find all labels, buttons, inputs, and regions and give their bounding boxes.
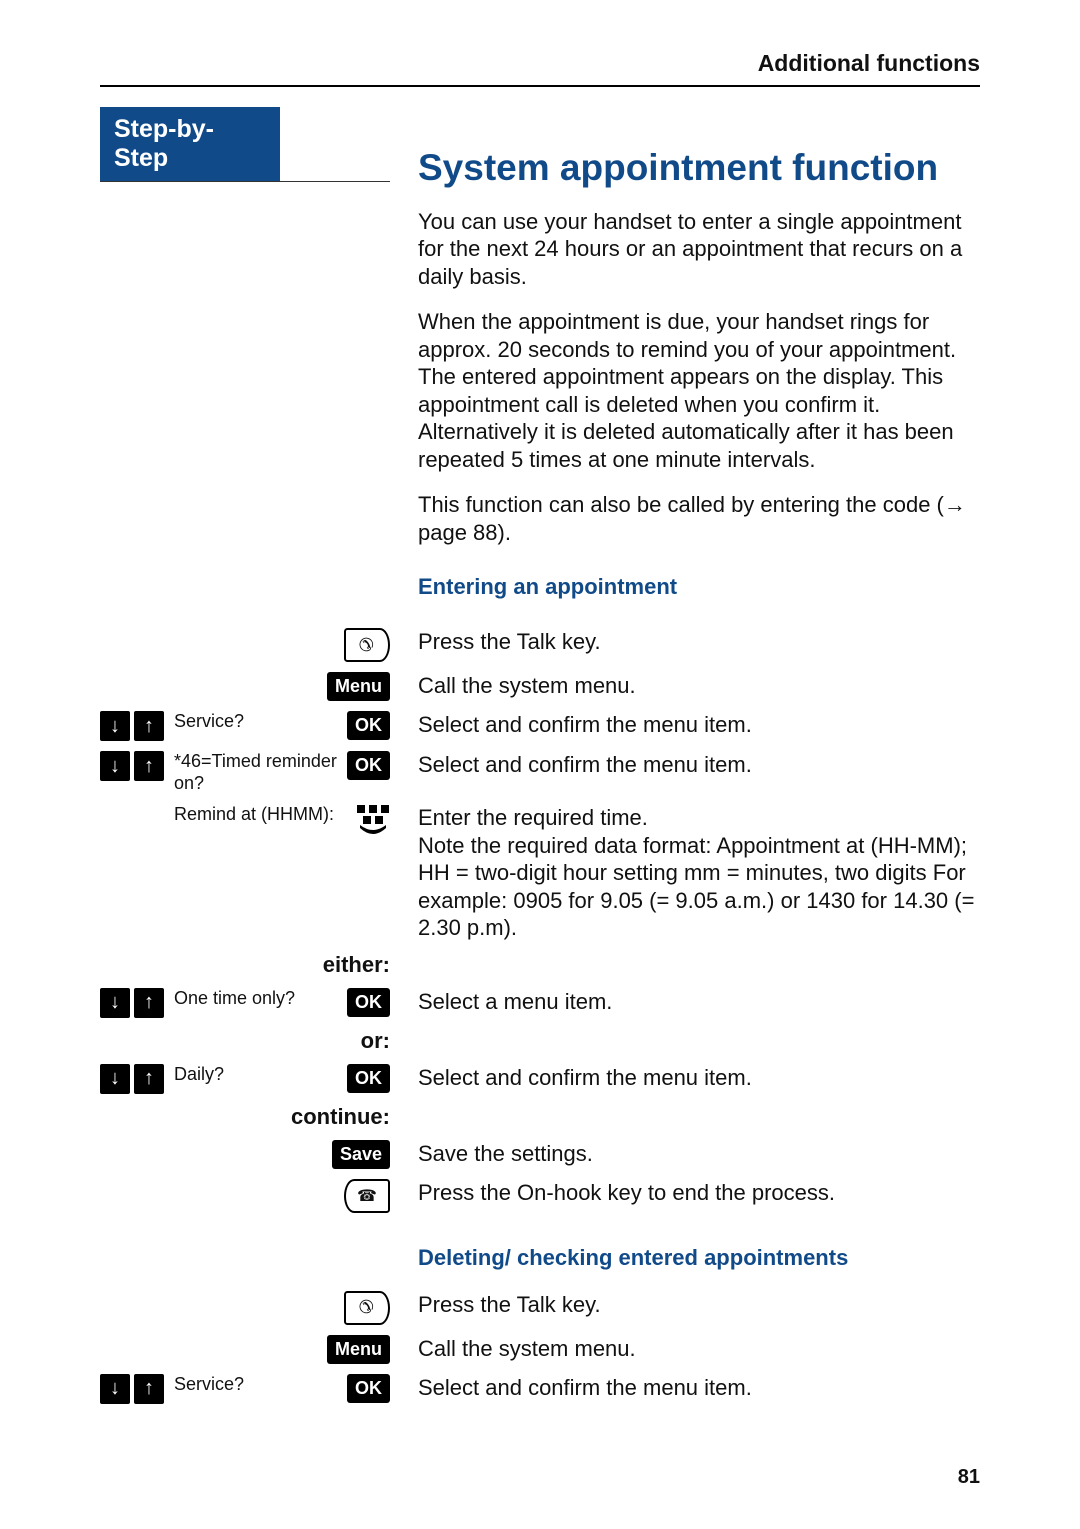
p3-text-a: This function can also be called by ente… [418, 492, 944, 517]
save-softkey-icon: Save [332, 1140, 390, 1169]
down-arrow-key-icon: ↓ [100, 751, 130, 781]
step-control: or: [100, 1028, 390, 1054]
step-row: ☎ Press the On-hook key to end the proce… [100, 1179, 980, 1213]
step-row: ↓ ↑ Service? OK Select and confirm the m… [100, 1374, 980, 1404]
step-desc: Select and confirm the menu item. [418, 1374, 980, 1402]
talk-key-icon: ✆ [344, 628, 390, 662]
page-number: 81 [958, 1466, 980, 1489]
step-desc: Select and confirm the menu item. [418, 711, 980, 739]
step-desc: Select and confirm the menu item. [418, 1064, 980, 1092]
step-desc: Press the On-hook key to end the process… [418, 1179, 980, 1207]
menu-softkey-icon: Menu [327, 1335, 390, 1364]
step-desc: Press the Talk key. [418, 1291, 980, 1319]
nav-keys-icon: ↓ ↑ [100, 711, 166, 741]
ok-softkey-icon: OK [347, 988, 390, 1017]
step-control: ✆ [100, 628, 390, 662]
step-desc: Select and confirm the menu item. [418, 751, 980, 779]
label-row-or: or: [100, 1028, 980, 1054]
up-arrow-key-icon: ↑ [134, 988, 164, 1018]
step-row: Remind at (HHMM): Enter the required tim… [100, 804, 980, 942]
down-arrow-key-icon: ↓ [100, 711, 130, 741]
header-rule [100, 85, 980, 87]
step-control: Menu [100, 672, 390, 701]
up-arrow-key-icon: ↑ [134, 711, 164, 741]
up-arrow-key-icon: ↑ [134, 1374, 164, 1404]
step-desc: Select a menu item. [418, 988, 980, 1016]
down-arrow-key-icon: ↓ [100, 1064, 130, 1094]
section-header: Additional functions [100, 50, 980, 85]
step-control: ↓ ↑ Service? OK [100, 1374, 390, 1404]
nav-keys-icon: ↓ ↑ [100, 988, 166, 1018]
step-control: ↓ ↑ Service? OK [100, 711, 390, 741]
step-control: ↓ ↑ *46=Timed reminder on? OK [100, 751, 390, 794]
continue-label: continue: [100, 1104, 390, 1130]
step-row: ✆ Press the Talk key. [100, 1291, 980, 1325]
either-label: either: [100, 952, 390, 978]
label-row-either: either: [100, 952, 980, 978]
ok-softkey-icon: OK [347, 711, 390, 740]
step-control: ✆ [100, 1291, 390, 1325]
step-desc: Press the Talk key. [418, 628, 980, 656]
menu-item-text: One time only? [174, 988, 339, 1010]
step-row: ↓ ↑ One time only? OK Select a menu item… [100, 988, 980, 1018]
step-control: either: [100, 952, 390, 978]
menu-item-text: Service? [174, 711, 339, 733]
ok-softkey-icon: OK [347, 751, 390, 780]
step-desc: Enter the required time. Note the requir… [418, 804, 980, 942]
nav-keys-icon: ↓ ↑ [100, 1064, 166, 1094]
step-control: ☎ [100, 1179, 390, 1213]
section-entering-heading: Entering an appointment [418, 574, 980, 600]
step-control: ↓ ↑ One time only? OK [100, 988, 390, 1018]
step-row: ↓ ↑ Service? OK Select and confirm the m… [100, 711, 980, 741]
down-arrow-key-icon: ↓ [100, 988, 130, 1018]
sidebar-rule [100, 181, 390, 182]
step-by-step-label: Step-by-Step [100, 107, 280, 181]
step-control: Remind at (HHMM): [100, 804, 390, 834]
ok-softkey-icon: OK [347, 1064, 390, 1093]
intro-paragraph-2: When the appointment is due, your handse… [418, 308, 980, 473]
intro-paragraph-3: This function can also be called by ente… [418, 491, 980, 546]
step-control: Save [100, 1140, 390, 1169]
menu-softkey-icon: Menu [327, 672, 390, 701]
sidebar-header-area: Step-by-Step [100, 107, 390, 618]
intro-paragraph-1: You can use your handset to enter a sing… [418, 208, 980, 291]
label-row-continue: continue: [100, 1104, 980, 1130]
p3-text-b: page 88). [418, 520, 511, 545]
up-arrow-key-icon: ↑ [134, 751, 164, 781]
step-row: Menu Call the system menu. [100, 1335, 980, 1364]
nav-keys-icon: ↓ ↑ [100, 1374, 166, 1404]
prompt-text: Remind at (HHMM): [174, 804, 348, 826]
step-row: Save Save the settings. [100, 1140, 980, 1169]
step-control: continue: [100, 1104, 390, 1130]
step-row: Menu Call the system menu. [100, 672, 980, 701]
step-row: ✆ Press the Talk key. [100, 628, 980, 662]
ok-softkey-icon: OK [347, 1374, 390, 1403]
step-control: ↓ ↑ Daily? OK [100, 1064, 390, 1094]
nav-keys-icon: ↓ ↑ [100, 751, 166, 781]
menu-item-text: Daily? [174, 1064, 339, 1086]
step-row: ↓ ↑ *46=Timed reminder on? OK Select and… [100, 751, 980, 794]
onhook-key-icon: ☎ [344, 1179, 390, 1213]
talk-key-icon: ✆ [344, 1291, 390, 1325]
page-title: System appointment function [418, 147, 980, 190]
step-row: ↓ ↑ Daily? OK Select and confirm the men… [100, 1064, 980, 1094]
step-desc: Save the settings. [418, 1140, 980, 1168]
step-desc: Call the system menu. [418, 1335, 980, 1363]
section-deleting-row: Deleting/ checking entered appointments [100, 1223, 980, 1281]
down-arrow-key-icon: ↓ [100, 1374, 130, 1404]
or-label: or: [100, 1028, 390, 1054]
menu-item-text: Service? [174, 1374, 339, 1396]
section-deleting-heading: Deleting/ checking entered appointments [418, 1245, 980, 1271]
title-area: System appointment function You can use … [418, 107, 980, 618]
step-header-row: Step-by-Step System appointment function… [100, 107, 980, 618]
page: Additional functions Step-by-Step System… [0, 0, 1080, 1529]
up-arrow-key-icon: ↑ [134, 1064, 164, 1094]
step-desc: Call the system menu. [418, 672, 980, 700]
step-control: Menu [100, 1335, 390, 1364]
page-ref-arrow-icon: → [944, 492, 966, 517]
keypad-icon [356, 804, 390, 834]
menu-item-text: *46=Timed reminder on? [174, 751, 339, 794]
